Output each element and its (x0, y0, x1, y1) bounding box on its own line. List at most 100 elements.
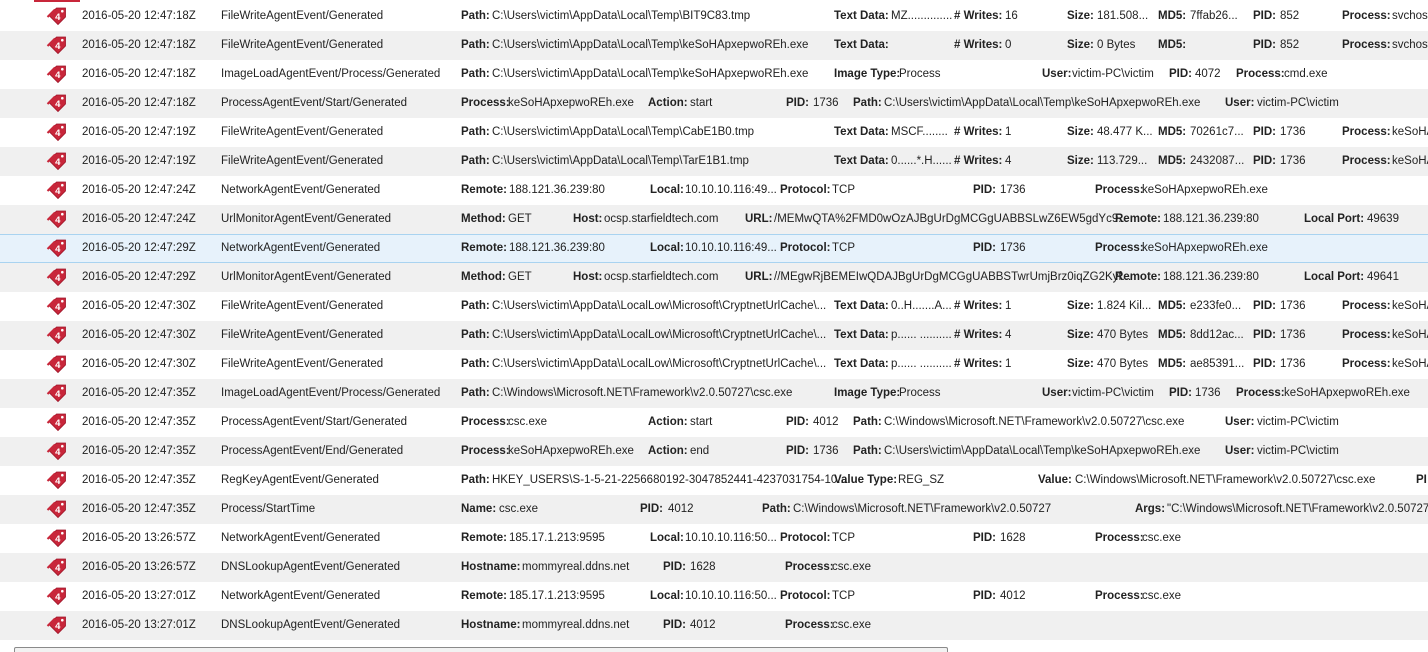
event-row[interactable]: 4 2016-05-20 12:47:29Z UrlMonitorAgentEven… (0, 263, 1428, 292)
severity-tag-icon: 4 (46, 122, 68, 143)
severity-level: 4 (55, 99, 61, 110)
field-value-action: start (690, 97, 713, 109)
event-row[interactable]: 4 2016-05-20 13:27:01Z DNSLookupAgentEvent… (0, 611, 1428, 640)
field-label-process: Process: (1342, 300, 1391, 312)
field-label-user: User: (1225, 445, 1255, 457)
field-label-pid: PID: (786, 97, 809, 109)
event-row[interactable]: 4 2016-05-20 13:27:01Z NetworkAgentEvent/G… (0, 582, 1428, 611)
field-label-remote: Remote: (461, 184, 508, 196)
field-value-protocol: TCP (832, 184, 855, 196)
field-value-hostname: mommyreal.ddns.net (522, 561, 630, 573)
field-value-user: victim-PC\victim (1257, 445, 1339, 457)
field-value-size: 0 Bytes (1097, 39, 1136, 51)
severity-tag-icon: 4 (46, 238, 68, 259)
field-label-process: Process: (461, 416, 510, 428)
field-value-pid: 852 (1280, 39, 1300, 51)
field-label-process: Process: (1342, 126, 1391, 138)
event-type: UrlMonitorAgentEvent/Generated (221, 213, 392, 225)
field-label-text-data: Text Data: (834, 358, 889, 370)
field-label-writes: # Writes: (954, 300, 1003, 312)
event-row[interactable]: 4 2016-05-20 12:47:18Z FileWriteAgentEvent… (0, 31, 1428, 60)
event-row[interactable]: 4 2016-05-20 12:47:18Z FileWriteAgentEvent… (0, 2, 1428, 31)
field-value-process: csc.exe (1142, 590, 1181, 602)
event-row[interactable]: 4 2016-05-20 12:47:19Z FileWriteAgentEvent… (0, 118, 1428, 147)
event-timestamp: 2016-05-20 12:47:30Z (82, 358, 196, 370)
severity-level: 4 (55, 12, 61, 23)
event-row[interactable]: 4 2016-05-20 12:47:18Z ImageLoadAgentEvent… (0, 60, 1428, 89)
field-value-protocol: TCP (832, 590, 855, 602)
severity-level: 4 (55, 360, 61, 371)
event-row[interactable]: 4 2016-05-20 12:47:35Z Process/StartTime Na… (0, 495, 1428, 524)
event-type: RegKeyAgentEvent/Generated (221, 474, 379, 486)
severity-level: 4 (55, 563, 61, 574)
event-row[interactable]: 4 2016-05-20 13:26:57Z DNSLookupAgentEvent… (0, 553, 1428, 582)
field-value-path: C:\Users\victim\AppData\Local\Temp\keSoH… (492, 68, 809, 80)
event-row[interactable]: 4 2016-05-20 12:47:29Z NetworkAgentEvent/G… (0, 234, 1428, 263)
field-label-size: Size: (1067, 155, 1094, 167)
field-label-method: Method: (461, 271, 506, 283)
event-type: NetworkAgentEvent/Generated (221, 590, 381, 602)
field-value-local: 10.10.10.116:49... (685, 184, 777, 196)
field-value-pid: 1736 (1280, 155, 1306, 167)
field-value-remote: 188.121.36.239:80 (1163, 271, 1259, 283)
field-label-pid: PID: (973, 590, 996, 602)
event-row[interactable]: 4 2016-05-20 12:47:35Z ProcessAgentEvent/S… (0, 408, 1428, 437)
field-label-local: Local: (650, 590, 684, 602)
field-label-protocol: Protocol: (780, 590, 831, 602)
field-label-path: Path: (461, 68, 490, 80)
severity-level: 4 (55, 621, 61, 632)
event-row[interactable]: 4 2016-05-20 12:47:30Z FileWriteAgentEvent… (0, 321, 1428, 350)
field-value-user: victim-PC\victim (1072, 68, 1154, 80)
event-row[interactable]: 4 2016-05-20 12:47:24Z UrlMonitorAgentEven… (0, 205, 1428, 234)
field-label-text-data: Text Data: (834, 300, 889, 312)
event-type: DNSLookupAgentEvent/Generated (221, 619, 401, 631)
field-label-process: Process: (1236, 68, 1285, 80)
field-value-writes: 1 (1005, 300, 1012, 312)
field-value-path: C:\Windows\Microsoft.NET\Framework\v2.0.… (793, 503, 1052, 515)
field-value-local: 10.10.10.116:49... (685, 242, 777, 254)
field-label-writes: # Writes: (954, 39, 1003, 51)
severity-tag-icon: 4 (46, 615, 68, 636)
event-row[interactable]: 4 2016-05-20 12:47:19Z FileWriteAgentEvent… (0, 147, 1428, 176)
field-label-pid: PID: (1253, 126, 1276, 138)
field-value-process: keSoHA (1392, 300, 1428, 312)
field-value-process: keSoHA (1392, 155, 1428, 167)
field-value-path: C:\Users\victim\AppData\Local\Temp\keSoH… (492, 39, 809, 51)
event-row[interactable]: 4 2016-05-20 12:47:24Z NetworkAgentEvent/G… (0, 176, 1428, 205)
field-value-remote: 188.121.36.239:80 (1163, 213, 1259, 225)
field-value-local-port: 49639 (1367, 213, 1399, 225)
event-row[interactable]: 4 2016-05-20 12:47:35Z ProcessAgentEvent/E… (0, 437, 1428, 466)
field-label-text-data: Text Data: (834, 10, 889, 22)
horizontal-scrollbar[interactable] (14, 647, 948, 652)
field-label-action: Action: (648, 445, 688, 457)
severity-tag-icon: 4 (46, 586, 68, 607)
severity-tag-icon: 4 (46, 441, 68, 462)
event-row[interactable]: 4 2016-05-20 12:47:30Z FileWriteAgentEvent… (0, 350, 1428, 379)
event-grid: 4 2016-05-20 12:47:18Z FileWriteAgentEvent… (0, 2, 1428, 640)
field-value-remote: 188.121.36.239:80 (509, 184, 605, 196)
event-timestamp: 2016-05-20 12:47:35Z (82, 416, 196, 428)
field-value-path: C:\Users\victim\AppData\Local\Temp\keSoH… (884, 445, 1201, 457)
event-type: FileWriteAgentEvent/Generated (221, 329, 384, 341)
severity-level: 4 (55, 447, 61, 458)
event-row[interactable]: 4 2016-05-20 12:47:30Z FileWriteAgentEvent… (0, 292, 1428, 321)
field-label-writes: # Writes: (954, 329, 1003, 341)
event-row[interactable]: 4 2016-05-20 12:47:18Z ProcessAgentEvent/S… (0, 89, 1428, 118)
event-row[interactable]: 4 2016-05-20 13:26:57Z NetworkAgentEvent/G… (0, 524, 1428, 553)
field-label-process: Process: (1342, 329, 1391, 341)
field-label-process: Process: (1342, 358, 1391, 370)
field-value-pid: 852 (1280, 10, 1300, 22)
field-value-writes: 0 (1005, 39, 1012, 51)
field-label-process: Process: (1342, 10, 1391, 22)
event-timestamp: 2016-05-20 12:47:18Z (82, 39, 196, 51)
field-value-md5: 8dd12ac... (1190, 329, 1244, 341)
field-label-local-port: Local Port: (1304, 271, 1365, 283)
field-value-action: end (690, 445, 710, 457)
event-row[interactable]: 4 2016-05-20 12:47:35Z RegKeyAgentEvent/Ge… (0, 466, 1428, 495)
field-value-image-type: Process (899, 68, 941, 80)
event-row[interactable]: 4 2016-05-20 12:47:35Z ImageLoadAgentEvent… (0, 379, 1428, 408)
field-value-text-data: MSCF........ (891, 126, 948, 138)
event-type: ProcessAgentEvent/Start/Generated (221, 97, 408, 109)
field-label-remote: Remote: (461, 590, 508, 602)
field-label-pid: PID: (786, 445, 809, 457)
